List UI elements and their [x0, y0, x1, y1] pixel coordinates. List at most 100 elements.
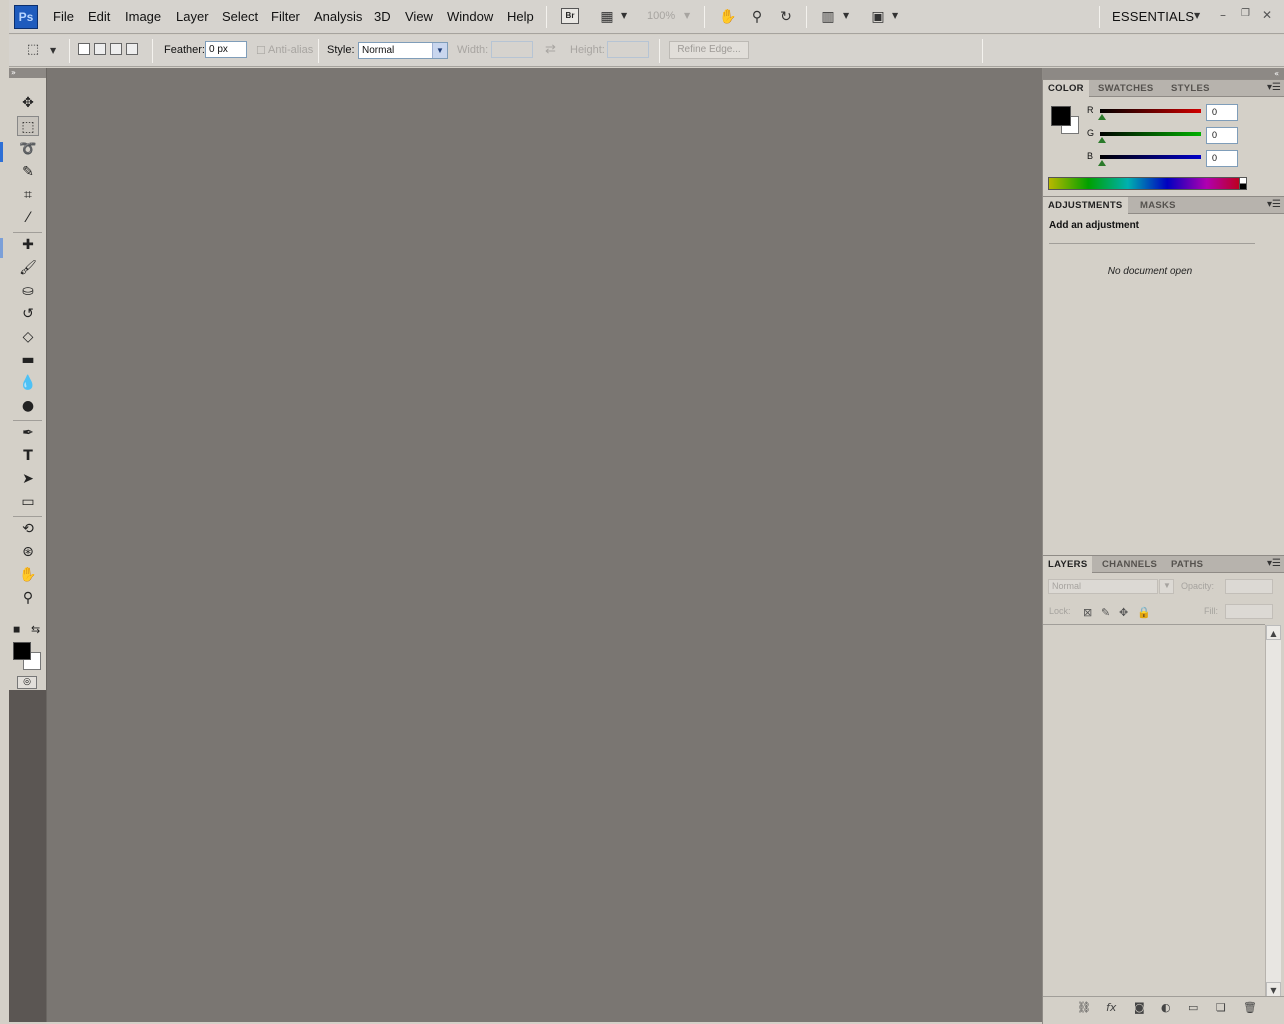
antialias-label: Anti-alias [268, 44, 314, 56]
chevron-down-icon[interactable]: ▼ [843, 11, 849, 20]
bridge-button[interactable]: Br [561, 8, 579, 24]
hand-icon[interactable]: ✋ [17, 565, 39, 585]
tab-adjustments[interactable]: ADJUSTMENTS [1043, 197, 1128, 214]
color-spectrum-ramp[interactable] [1048, 177, 1247, 190]
menu-select[interactable]: Select [222, 9, 258, 24]
red-slider[interactable] [1100, 109, 1201, 113]
panel-menu-icon[interactable]: ▾☰ [1267, 558, 1281, 569]
dodge-icon[interactable]: ● [17, 396, 39, 416]
photoshop-logo[interactable]: Ps [14, 5, 38, 29]
opacity-input [1225, 579, 1273, 594]
expand-icon[interactable]: » [9, 68, 46, 78]
history-brush-icon[interactable]: ↺ [17, 304, 39, 324]
canvas-area[interactable] [46, 68, 1042, 1022]
quick-select-icon[interactable]: ✎ [17, 162, 39, 182]
feather-input[interactable]: 0 px [205, 41, 247, 58]
eraser-icon[interactable]: ◇ [17, 327, 39, 347]
menu-3d[interactable]: 3D [374, 9, 391, 24]
marquee-preset-icon[interactable]: ⬚ [23, 40, 43, 60]
subtract-selection-icon[interactable] [110, 43, 122, 55]
quick-mask-icon[interactable]: ◎ [17, 676, 37, 689]
view-extras-icon[interactable]: ▦ [597, 7, 617, 27]
tab-swatches[interactable]: SWATCHES [1093, 80, 1159, 97]
tab-paths[interactable]: PATHS [1166, 556, 1208, 573]
red-value-input[interactable]: 0 [1206, 104, 1238, 121]
layers-scrollbar[interactable]: ▲ ▼ [1265, 625, 1281, 997]
collapse-icon[interactable]: « [1043, 68, 1284, 79]
brush-icon[interactable]: 🖌 [17, 258, 39, 278]
scroll-up-icon[interactable]: ▲ [1266, 625, 1281, 640]
close-icon[interactable]: ✕ [1262, 8, 1272, 22]
blue-value-input[interactable]: 0 [1206, 150, 1238, 167]
restore-icon[interactable]: ❐ [1241, 8, 1250, 19]
new-layer-icon: ❏ [1216, 1001, 1226, 1014]
menu-help[interactable]: Help [507, 9, 534, 24]
green-slider[interactable] [1100, 132, 1201, 136]
no-document-message: No document open [1107, 266, 1193, 277]
zoom-icon[interactable]: ⚲ [17, 588, 39, 608]
scroll-down-icon[interactable]: ▼ [1266, 982, 1281, 997]
minimize-icon[interactable]: – [1220, 8, 1226, 22]
panel-menu-icon[interactable]: ▾☰ [1267, 199, 1281, 210]
move-icon[interactable]: ✥ [17, 93, 39, 113]
crop-icon[interactable]: ⌗ [17, 185, 39, 205]
rectangle-icon[interactable]: ▭ [17, 492, 39, 512]
zoom-icon[interactable]: ⚲ [746, 7, 768, 27]
marquee-icon[interactable]: ⬚ [17, 116, 39, 136]
gradient-icon[interactable]: ▬ [17, 350, 39, 370]
tab-styles[interactable]: STYLES [1166, 80, 1215, 97]
chevron-down-icon[interactable]: ▼ [1194, 11, 1200, 20]
add-selection-icon[interactable] [94, 43, 106, 55]
arrange-documents-icon[interactable]: ▥ [817, 7, 839, 27]
workspace-switcher[interactable]: ESSENTIALS [1112, 9, 1194, 24]
path-select-icon[interactable]: ➤ [17, 469, 39, 489]
tab-layers[interactable]: LAYERS [1043, 556, 1093, 573]
chevron-down-icon[interactable]: ▼ [621, 11, 627, 20]
panel-menu-icon[interactable]: ▾☰ [1267, 82, 1281, 93]
new-selection-icon[interactable] [78, 43, 90, 55]
red-slider-thumb[interactable] [1098, 114, 1106, 120]
width-input [491, 41, 533, 58]
style-select[interactable]: Normal ▼ [358, 42, 448, 59]
foreground-color-swatch[interactable] [1051, 106, 1071, 126]
3d-orbit-icon[interactable]: ⊛ [17, 542, 39, 562]
menu-layer[interactable]: Layer [176, 9, 209, 24]
screen-mode-icon[interactable]: ▣ [867, 7, 889, 27]
menu-filter[interactable]: Filter [271, 9, 300, 24]
chevron-down-icon[interactable]: ▼ [892, 11, 898, 20]
blue-slider[interactable] [1100, 155, 1201, 159]
lasso-icon[interactable]: ➰ [17, 139, 39, 159]
blur-icon[interactable]: 💧 [17, 373, 39, 393]
menu-edit[interactable]: Edit [88, 9, 110, 24]
green-slider-thumb[interactable] [1098, 137, 1106, 143]
tab-masks[interactable]: MASKS [1135, 197, 1181, 214]
foreground-color-swatch[interactable] [13, 642, 31, 660]
green-value-input[interactable]: 0 [1206, 127, 1238, 144]
healing-brush-icon[interactable]: ✚ [17, 235, 39, 255]
tab-color[interactable]: COLOR [1043, 80, 1089, 97]
menu-file[interactable]: File [53, 9, 74, 24]
menu-window[interactable]: Window [447, 9, 493, 24]
eyedropper-icon[interactable]: ⁄ [17, 208, 39, 228]
rotate-view-icon[interactable]: ↻ [775, 7, 797, 27]
menu-analysis[interactable]: Analysis [314, 9, 362, 24]
tab-channels[interactable]: CHANNELS [1097, 556, 1162, 573]
intersect-selection-icon[interactable] [126, 43, 138, 55]
fill-label: Fill: [1204, 606, 1218, 616]
hand-icon[interactable]: ✋ [717, 7, 739, 27]
type-icon[interactable]: T [17, 446, 39, 466]
chevron-down-icon[interactable]: ▼ [432, 43, 447, 58]
pen-icon[interactable]: ✒ [17, 423, 39, 443]
zoom-level[interactable]: 100% [647, 10, 675, 22]
default-colors-icon[interactable]: ◼ [13, 625, 20, 635]
chevron-down-icon[interactable]: ▼ [50, 46, 56, 55]
menu-image[interactable]: Image [125, 9, 161, 24]
clone-stamp-icon[interactable]: ⛀ [17, 281, 39, 301]
3d-rotate-icon[interactable]: ⟲ [17, 519, 39, 539]
lock-position-icon: ✥ [1119, 606, 1129, 619]
menu-view[interactable]: View [405, 9, 433, 24]
swap-colors-icon[interactable]: ⇆ [31, 623, 40, 636]
link-layers-icon: ⛓ [1077, 1001, 1091, 1014]
blue-slider-thumb[interactable] [1098, 160, 1106, 166]
black-white-ramp[interactable] [1239, 177, 1247, 190]
